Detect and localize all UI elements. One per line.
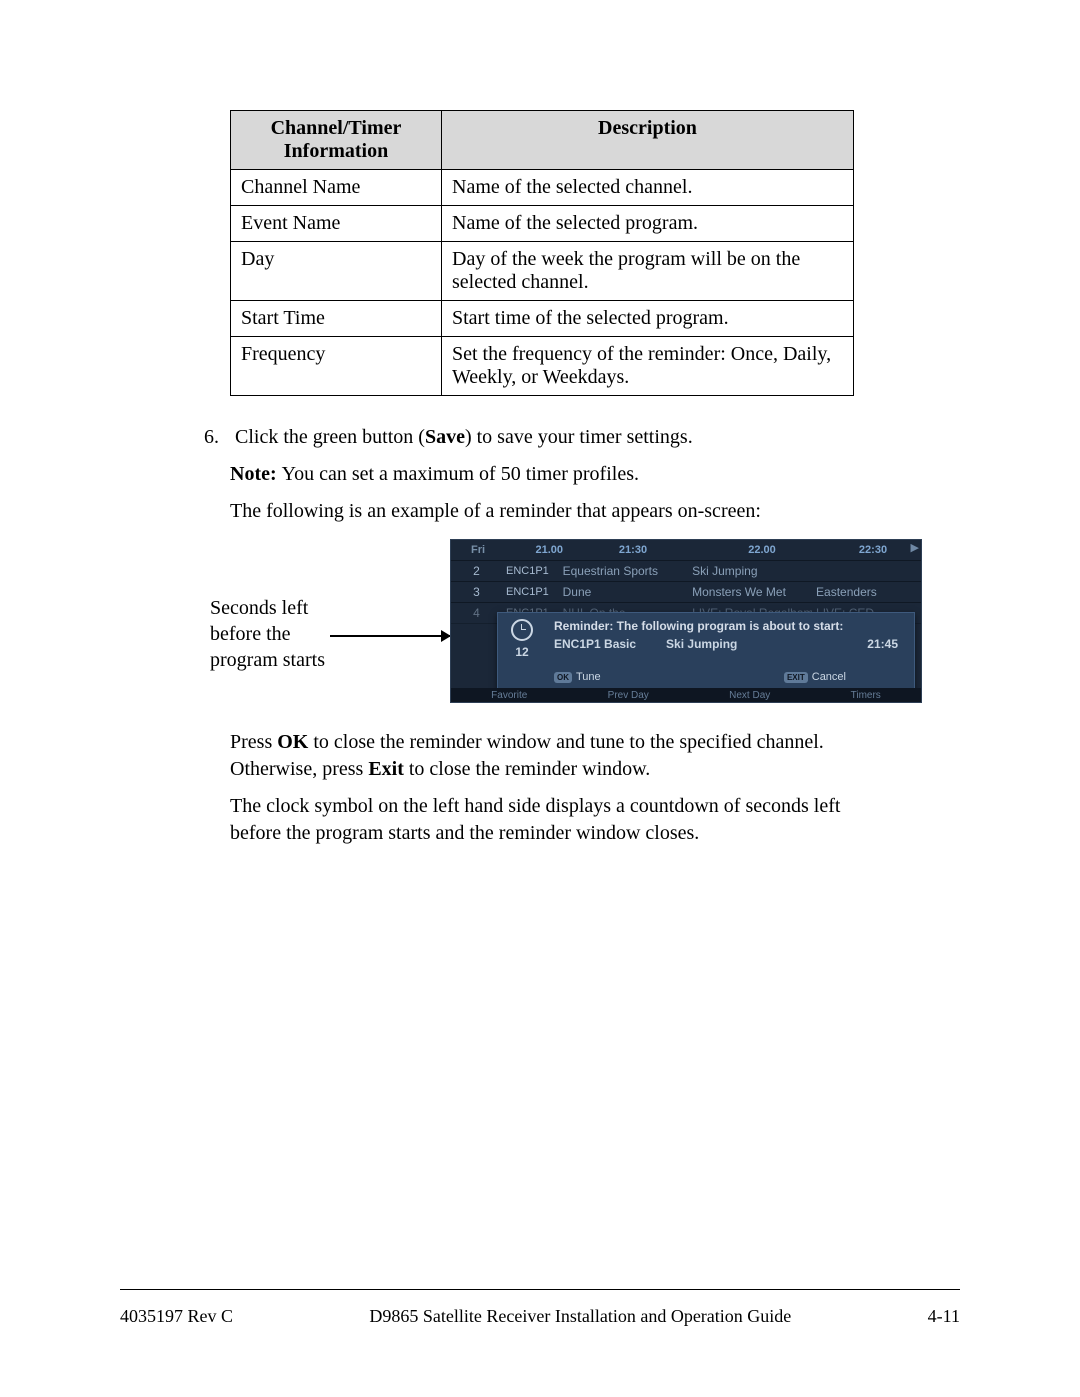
epg-ch-num: 2	[451, 564, 502, 578]
epg-ch: ENC1P1	[502, 565, 559, 577]
reminder-popup: 12 Reminder: The following program is ab…	[497, 612, 915, 690]
ok-word: OK	[277, 731, 308, 753]
epg-screenshot: ▶ Fri 21.00 21:30 22.00 22:30 2 ENC1P1 E…	[450, 539, 922, 703]
th-channel-timer: Channel/Timer Information	[231, 111, 442, 170]
epg-row: 3 ENC1P1 Dune Monsters We Met Eastenders	[451, 582, 921, 603]
example-intro: The following is an example of a reminde…	[230, 498, 870, 525]
table-row: FrequencySet the frequency of the remind…	[231, 337, 854, 396]
page: Channel/Timer Information Description Ch…	[0, 0, 1080, 1397]
epg-time: 21.00	[505, 544, 567, 556]
legend-favorite: Favorite	[491, 690, 527, 701]
reminder-program: Ski Jumping	[666, 637, 767, 651]
footer-right: 4-11	[928, 1306, 960, 1327]
step-text-pre: Click the green button (	[235, 426, 425, 448]
legend-prev-day: Prev Day	[608, 690, 649, 701]
table-row: DayDay of the week the program will be o…	[231, 242, 854, 301]
save-word: Save	[425, 426, 465, 448]
exit-pill: EXIT	[784, 672, 808, 683]
cancel-label: Cancel	[812, 671, 846, 683]
countdown: 12	[502, 619, 542, 659]
cell: Name of the selected channel.	[442, 170, 854, 206]
txt: Press	[230, 731, 277, 753]
footer-center: D9865 Satellite Receiver Installation an…	[233, 1306, 928, 1327]
footer-left: 4035197 Rev C	[120, 1306, 233, 1327]
cell: Day of the week the program will be on t…	[442, 242, 854, 301]
cell: Set the frequency of the reminder: Once,…	[442, 337, 854, 396]
reminder-time: 21:45	[867, 637, 906, 651]
press-ok-paragraph: Press OK to close the reminder window an…	[230, 729, 870, 783]
table-row: Channel NameName of the selected channel…	[231, 170, 854, 206]
epg-legend: Favorite Prev Day Next Day Timers	[451, 688, 921, 702]
epg-row: 2 ENC1P1 Equestrian Sports Ski Jumping	[451, 561, 921, 582]
epg-ch: ENC1P1	[502, 586, 559, 598]
tune-button[interactable]: OK Tune	[554, 671, 601, 683]
note: Note: You can set a maximum of 50 timer …	[230, 461, 870, 488]
reminder-figure: Seconds left before the program starts ▶…	[210, 539, 940, 719]
arrow-icon	[330, 635, 450, 637]
channel-timer-table: Channel/Timer Information Description Ch…	[230, 110, 854, 396]
epg-prog: Eastenders	[812, 585, 921, 599]
epg-header-row: Fri 21.00 21:30 22.00 22:30	[451, 540, 921, 561]
epg-ch-num: 4	[451, 606, 502, 620]
epg-prog: Ski Jumping	[688, 564, 812, 578]
reminder-details: ENC1P1 Basic Ski Jumping 21:45	[554, 637, 906, 651]
txt: to close the reminder window.	[404, 758, 650, 780]
epg-day: Fri	[451, 544, 505, 556]
reminder-channel: ENC1P1 Basic	[554, 637, 666, 651]
legend-timers: Timers	[851, 690, 881, 701]
ok-pill: OK	[554, 672, 572, 683]
step-6: 6. Click the green button (Save) to save…	[230, 424, 960, 451]
th-description: Description	[442, 111, 854, 170]
cell: Start Time	[231, 301, 442, 337]
scroll-right-icon: ▶	[911, 541, 919, 554]
page-footer: 4035197 Rev C D9865 Satellite Receiver I…	[120, 1289, 960, 1327]
tune-label: Tune	[576, 671, 601, 683]
note-text: You can set a maximum of 50 timer profil…	[282, 463, 639, 485]
note-label: Note:	[230, 463, 282, 485]
cell: Channel Name	[231, 170, 442, 206]
clock-paragraph: The clock symbol on the left hand side d…	[230, 793, 870, 847]
epg-time: 21:30	[567, 544, 699, 556]
epg-time: 22:30	[825, 544, 921, 556]
clock-icon	[511, 619, 533, 641]
step-text-post: ) to save your timer settings.	[465, 426, 693, 448]
epg-prog: Dune	[559, 585, 689, 599]
legend-next-day: Next Day	[729, 690, 770, 701]
cell: Frequency	[231, 337, 442, 396]
epg-prog: Monsters We Met	[688, 585, 812, 599]
exit-word: Exit	[368, 758, 404, 780]
cell: Day	[231, 242, 442, 301]
cell: Start time of the selected program.	[442, 301, 854, 337]
epg-time: 22.00	[699, 544, 825, 556]
reminder-heading: Reminder: The following program is about…	[554, 619, 906, 633]
cell: Name of the selected program.	[442, 206, 854, 242]
cell: Event Name	[231, 206, 442, 242]
epg-prog: Equestrian Sports	[559, 564, 689, 578]
countdown-seconds: 12	[502, 645, 542, 659]
epg-ch-num: 3	[451, 585, 502, 599]
callout-seconds-left: Seconds left before the program starts	[210, 595, 350, 673]
table-row: Event NameName of the selected program.	[231, 206, 854, 242]
step-number: 6.	[204, 424, 230, 451]
table-row: Start TimeStart time of the selected pro…	[231, 301, 854, 337]
reminder-buttons: OK Tune EXIT Cancel	[554, 671, 906, 683]
cancel-button[interactable]: EXIT Cancel	[784, 671, 846, 683]
